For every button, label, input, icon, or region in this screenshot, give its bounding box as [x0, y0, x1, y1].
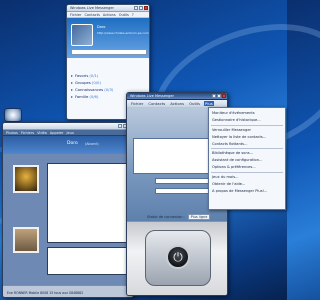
contact-status: (Absent) — [85, 142, 99, 146]
menu-fichier[interactable]: Fichier — [130, 101, 144, 106]
menu-item-sound-library[interactable]: Bibliothèque de sons... — [209, 150, 285, 157]
search-input[interactable] — [71, 49, 147, 55]
group-count: (0/1) — [89, 73, 99, 78]
window-buttons — [134, 6, 148, 10]
menu-outils[interactable]: Outils — [188, 101, 201, 106]
minimize-icon[interactable] — [134, 6, 138, 10]
status-text: Eve RONNER Mobile 8008 15 tous aux 08488… — [7, 291, 84, 295]
toolbar-fichiers[interactable]: Fichiers — [21, 131, 34, 135]
contacts-header: Doro http://www.christe-antonin-ps.com/ — [67, 18, 149, 58]
power-symbol-icon: ⏻ — [173, 250, 183, 264]
avatar[interactable] — [71, 24, 93, 46]
conversation-window: Photos Fichiers Vidéo Appeler Jeux Doro … — [2, 122, 134, 298]
sign-in-status-row: Statut de connexion : Plus ligne — [147, 214, 211, 220]
toolbar-video[interactable]: Vidéo — [37, 131, 47, 135]
maximize-icon[interactable] — [217, 94, 221, 98]
menu-item-setup-wizard[interactable]: Assistant de configuration... — [209, 157, 285, 164]
menu-outils[interactable]: Outils — [119, 13, 129, 17]
contact-picture[interactable] — [13, 165, 39, 193]
contacts-window-title: Windows Live Messenger — [70, 6, 115, 10]
messenger-desktop-icon[interactable] — [4, 108, 22, 122]
close-icon[interactable] — [222, 94, 226, 98]
menu-separator — [211, 124, 283, 126]
chat-statusbar: Eve RONNER Mobile 8008 15 tous aux 08488… — [3, 285, 133, 297]
menu-item-lock-messenger[interactable]: Verrouiller Messenger — [209, 127, 285, 134]
window-buttons — [212, 94, 226, 98]
menu-item-help[interactable]: Obtenir de l'aide... — [209, 181, 285, 188]
menu-item-games[interactable]: Jeux du mois... — [209, 174, 285, 181]
email-field[interactable] — [155, 178, 215, 184]
expand-arrow-icon — [71, 82, 73, 84]
close-icon[interactable] — [144, 6, 148, 10]
contacts-titlebar[interactable]: Windows Live Messenger — [67, 5, 149, 12]
group-count: (0/6) — [89, 94, 99, 99]
menu-item-floating-contacts[interactable]: Contacts flottants... — [209, 141, 285, 148]
user-message[interactable]: http://www.christe-antonin-ps.com/ — [97, 31, 149, 35]
expand-arrow-icon — [71, 96, 73, 98]
messenger-titlebar[interactable]: Windows Live Messenger — [127, 93, 227, 100]
menu-fichier[interactable]: Fichier — [70, 13, 81, 17]
status-select[interactable]: Plus ligne — [187, 214, 211, 220]
group-label: Famille — [75, 94, 89, 99]
chat-titlebar[interactable] — [3, 123, 133, 130]
menu-item-preferences[interactable]: Options & préférences... — [209, 164, 285, 171]
group-favoris[interactable]: Favoris(0/1) — [71, 73, 145, 80]
user-name[interactable]: Doro — [97, 25, 105, 29]
group-label: Favoris — [75, 73, 89, 78]
menu-actions[interactable]: Actions — [169, 101, 185, 106]
menu-help[interactable]: ? — [132, 13, 134, 17]
minimize-icon[interactable] — [118, 124, 122, 128]
menu-item-clean-contacts[interactable]: Nettoyer la liste de contacts... — [209, 134, 285, 141]
menu-contacts[interactable]: Contacts — [84, 13, 99, 17]
status-label: Statut de connexion : — [147, 215, 185, 219]
plus-menu: Moniteur d'événements Gestionnaire d'his… — [208, 107, 286, 210]
group-count: (0/3) — [104, 87, 114, 92]
expand-arrow-icon — [71, 75, 73, 77]
messenger-bottom-panel: ⏻ — [127, 221, 227, 295]
group-count: (0/0) — [91, 80, 101, 85]
maximize-icon[interactable] — [139, 6, 143, 10]
menu-plus[interactable]: Plus — [204, 101, 214, 106]
menu-item-event-monitor[interactable]: Moniteur d'événements — [209, 110, 285, 117]
chat-header: Doro (Absent) — [3, 136, 133, 154]
contact-name: Doro — [67, 141, 78, 146]
toolbar-jeux[interactable]: Jeux — [66, 131, 73, 135]
menu-item-history-manager[interactable]: Gestionnaire d'historique... — [209, 117, 285, 124]
user-picture[interactable] — [13, 227, 39, 253]
message-history[interactable] — [47, 163, 131, 243]
group-label: Connaissances — [75, 87, 104, 92]
minimize-icon[interactable] — [212, 94, 216, 98]
menu-actions[interactable]: Actions — [103, 13, 116, 17]
messenger-window-title: Windows Live Messenger — [130, 94, 175, 98]
password-field[interactable] — [155, 188, 215, 194]
toolbar-photos[interactable]: Photos — [6, 131, 18, 135]
power-icon[interactable]: ⏻ — [166, 245, 190, 269]
message-input[interactable] — [47, 247, 131, 275]
toolbar-appeler[interactable]: Appeler — [50, 131, 64, 135]
menu-item-about[interactable]: A propos de Messenger Plus!... — [209, 188, 285, 195]
menu-separator — [211, 148, 283, 150]
expand-arrow-icon — [71, 89, 73, 91]
menu-contacts[interactable]: Contacts — [147, 101, 166, 106]
menu-separator — [211, 172, 283, 174]
group-groupes[interactable]: Groupes(0/0) — [71, 80, 145, 87]
group-label: Groupes — [75, 80, 91, 85]
